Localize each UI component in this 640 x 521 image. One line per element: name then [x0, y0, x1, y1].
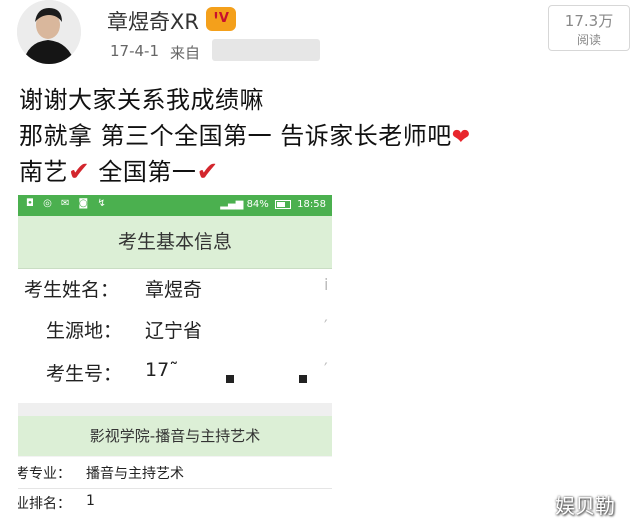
redaction-mark: [226, 375, 234, 383]
status-icons: ◘ ◎ ✉ ◙ ↯: [26, 198, 109, 209]
section-gap: [18, 403, 332, 416]
heart-icon: ❤: [451, 125, 471, 150]
row-edge-fragment: ′: [324, 316, 328, 335]
row-value: 播音与主持艺术: [86, 466, 184, 482]
row-value: 17˜: [145, 359, 179, 381]
views-counter: 17.3万 阅读: [548, 5, 630, 51]
info-row-name: 考生姓名： 章煜奇 i: [18, 275, 332, 315]
row-edge-fragment: ′: [324, 359, 328, 378]
caption-line-3: 南艺✔ 全国第一✔: [19, 152, 219, 187]
post-date: 17-4-1: [110, 42, 159, 60]
row-value: 1: [86, 493, 95, 509]
caption-line-2-text: 那就拿 第三个全国第一 告诉家长老师吧: [19, 122, 452, 150]
info-row-rank: 业排名： 1: [18, 493, 332, 521]
vip-badge-icon: ꞋV: [206, 7, 236, 31]
redaction-mark: [299, 375, 307, 383]
section-title-basic-info: 考生基本信息: [18, 216, 332, 269]
checkmark-icon: ✔: [68, 157, 91, 187]
caption-line-1: 谢谢大家关系我成绩嘛: [19, 86, 264, 114]
major-info-card: 考专业： 播音与主持艺术 业排名： 1: [18, 457, 332, 521]
status-right: ▂▄▆ 84% 18:58: [220, 199, 326, 210]
battery-percent: 84%: [246, 199, 269, 210]
row-label: 考生号：: [46, 363, 123, 385]
row-label: 生源地：: [46, 320, 123, 342]
row-label: 考生姓名：: [24, 279, 120, 301]
basic-info-card: 考生姓名： 章煜奇 i 生源地： 辽宁省 ′ 考生号： 17˜ ′: [18, 269, 332, 403]
post-source-redacted: [212, 39, 320, 61]
views-count: 17.3万: [564, 12, 614, 30]
avatar-portrait: [17, 0, 81, 64]
avatar[interactable]: [17, 0, 81, 64]
row-label: 业排名：: [18, 496, 71, 512]
info-row-origin: 生源地： 辽宁省 ′: [18, 316, 332, 356]
battery-icon: [274, 199, 291, 209]
status-time: 18:58: [297, 199, 326, 210]
caption-line-2: 那就拿 第三个全国第一 告诉家长老师吧❤: [19, 116, 471, 151]
row-divider: [18, 488, 332, 489]
embedded-screenshot[interactable]: ◘ ◎ ✉ ◙ ↯ ▂▄▆ 84% 18:58 考生基本信息 考生姓名： 章煜奇…: [18, 195, 332, 521]
row-edge-fragment: i: [324, 275, 329, 294]
username[interactable]: 章煜奇XR: [107, 6, 199, 36]
info-row-exam-number: 考生号： 17˜ ′: [18, 359, 332, 399]
caption-line-3-text-a: 南艺: [19, 158, 68, 186]
row-label: 考专业：: [18, 466, 71, 482]
signal-icon: ▂▄▆: [220, 199, 244, 210]
row-value: 辽宁省: [145, 320, 203, 342]
checkmark-icon: ✔: [196, 157, 219, 187]
caption-line-3-text-b: 全国第一: [90, 158, 197, 186]
section-title-major: 影视学院-播音与主持艺术: [18, 416, 332, 456]
views-label: 阅读: [576, 33, 601, 47]
row-value: 章煜奇: [145, 279, 203, 301]
phone-status-bar: ◘ ◎ ✉ ◙ ↯ ▂▄▆ 84% 18:58: [18, 195, 332, 216]
watermark: 娱贝勒: [555, 494, 615, 518]
info-row-major: 考专业： 播音与主持艺术: [18, 463, 332, 491]
post-source-prefix: 来自: [170, 44, 201, 62]
